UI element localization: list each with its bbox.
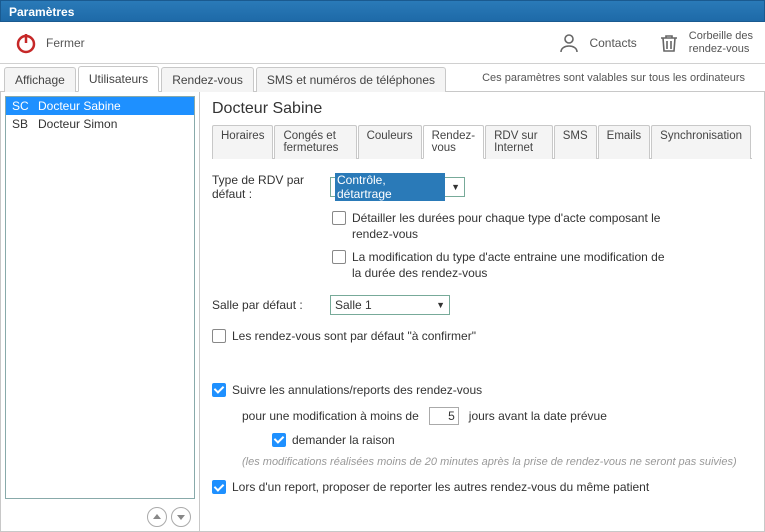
- subtab-sync[interactable]: Synchronisation: [651, 125, 751, 159]
- trash-label-2: rendez-vous: [689, 43, 753, 55]
- toolbar: Fermer Contacts Corbeille des rendez-vou…: [0, 22, 765, 64]
- track-sub-text-b: jours avant la date prévue: [469, 409, 607, 423]
- room-value: Salle 1: [335, 298, 372, 312]
- contacts-label: Contacts: [589, 36, 636, 50]
- move-down-button[interactable]: [171, 507, 191, 527]
- user-row[interactable]: SC Docteur Sabine: [6, 97, 194, 115]
- tab-affichage[interactable]: Affichage: [4, 67, 76, 92]
- user-code: SC: [12, 99, 38, 113]
- power-icon: [12, 29, 40, 57]
- days-input[interactable]: 5: [429, 407, 459, 425]
- page-title: Docteur Sabine: [212, 100, 752, 118]
- chevron-down-icon: ▼: [451, 182, 460, 192]
- label-propose-report: Lors d'un report, proposer de reporter l…: [232, 480, 649, 496]
- chevron-down-icon: ▼: [436, 300, 445, 310]
- rdvtype-value: Contrôle, détartrage: [335, 173, 445, 201]
- close-label: Fermer: [46, 36, 85, 50]
- trash-label-1: Corbeille des: [689, 30, 753, 42]
- subtab-sms[interactable]: SMS: [554, 125, 597, 159]
- label-ask-reason: demander la raison: [292, 433, 395, 449]
- rdvtype-label: Type de RDV par défaut :: [212, 173, 322, 201]
- main-tabstrip: Affichage Utilisateurs Rendez-vous SMS e…: [0, 64, 765, 92]
- label-track-cancellations: Suivre les annulations/reports des rende…: [232, 383, 482, 399]
- window-title: Paramètres: [9, 5, 74, 19]
- tab-utilisateurs[interactable]: Utilisateurs: [78, 66, 159, 92]
- track-hint: (les modifications réalisées moins de 20…: [242, 456, 752, 468]
- track-sub-text-a: pour une modification à moins de: [242, 409, 419, 423]
- window-titlebar: Paramètres: [0, 0, 765, 22]
- subtab-horaires[interactable]: Horaires: [212, 125, 273, 159]
- user-sidebar: SC Docteur Sabine SB Docteur Simon: [0, 92, 200, 532]
- contacts-button[interactable]: Contacts: [555, 29, 636, 57]
- label-modif-duration: La modification du type d'acte entraine …: [352, 250, 672, 281]
- label-default-confirm: Les rendez-vous sont par défaut "à confi…: [232, 329, 476, 345]
- trash-icon: [655, 29, 683, 57]
- user-name: Docteur Sabine: [38, 99, 121, 113]
- subtab-rdv-internet[interactable]: RDV sur Internet: [485, 125, 553, 159]
- room-label: Salle par défaut :: [212, 298, 322, 312]
- user-list[interactable]: SC Docteur Sabine SB Docteur Simon: [5, 96, 195, 499]
- tabstrip-note: Ces paramètres sont valables sur tous le…: [482, 72, 745, 84]
- close-button[interactable]: Fermer: [12, 29, 85, 57]
- subtab-rendezvous[interactable]: Rendez-vous: [423, 125, 484, 159]
- checkbox-default-confirm[interactable]: [212, 329, 226, 343]
- trash-button[interactable]: Corbeille des rendez-vous: [655, 29, 753, 57]
- checkbox-modif-duration[interactable]: [332, 250, 346, 264]
- tab-sms[interactable]: SMS et numéros de téléphones: [256, 67, 446, 92]
- user-name: Docteur Simon: [38, 117, 117, 131]
- sub-tabstrip: Horaires Congés et fermetures Couleurs R…: [212, 124, 752, 159]
- checkbox-ask-reason[interactable]: [272, 433, 286, 447]
- subtab-conges[interactable]: Congés et fermetures: [274, 125, 356, 159]
- subtab-couleurs[interactable]: Couleurs: [358, 125, 422, 159]
- tab-rendezvous[interactable]: Rendez-vous: [161, 67, 254, 92]
- move-up-button[interactable]: [147, 507, 167, 527]
- rdvtype-select[interactable]: Contrôle, détartrage ▼: [330, 177, 465, 197]
- label-detail-durations: Détailler les durées pour chaque type d'…: [352, 211, 672, 242]
- main-panel: Docteur Sabine Horaires Congés et fermet…: [200, 92, 765, 532]
- user-row[interactable]: SB Docteur Simon: [6, 115, 194, 133]
- checkbox-track-cancellations[interactable]: [212, 383, 226, 397]
- checkbox-detail-durations[interactable]: [332, 211, 346, 225]
- person-icon: [555, 29, 583, 57]
- room-select[interactable]: Salle 1 ▼: [330, 295, 450, 315]
- subtab-emails[interactable]: Emails: [598, 125, 651, 159]
- checkbox-propose-report[interactable]: [212, 480, 226, 494]
- user-code: SB: [12, 117, 38, 131]
